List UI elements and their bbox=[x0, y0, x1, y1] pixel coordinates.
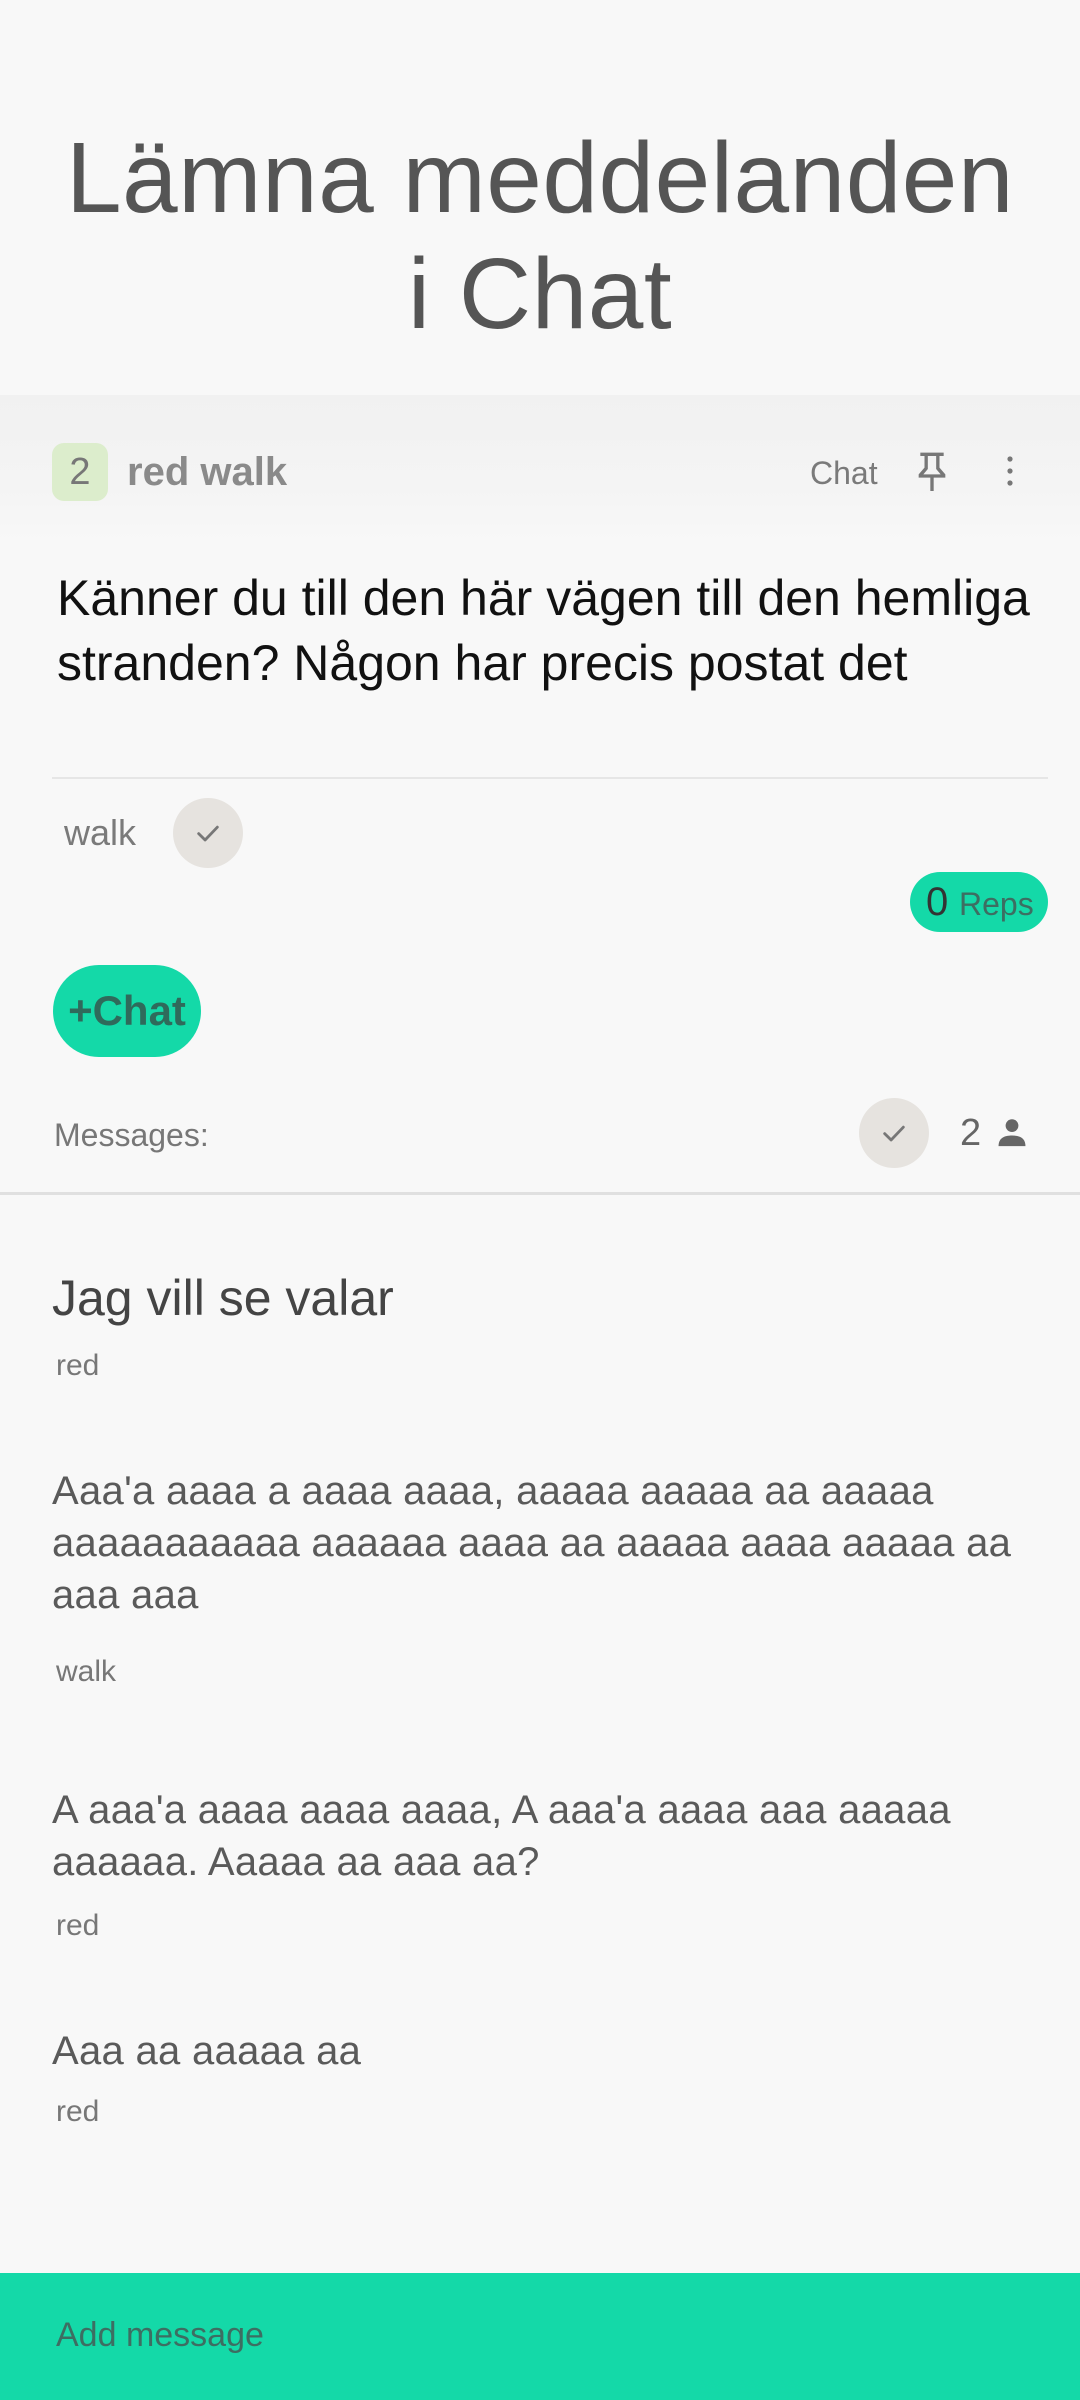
participants-count: 2 bbox=[960, 1112, 982, 1154]
pin-icon[interactable] bbox=[912, 449, 952, 493]
message-text: A aaa'a aaaa aaaa aaaa, A aaa'a aaaa aaa… bbox=[52, 1788, 951, 1884]
divider bbox=[52, 777, 1048, 779]
messages-label: Messages: bbox=[54, 1117, 209, 1153]
reps-label: Reps bbox=[959, 886, 1034, 922]
more-vertical-icon[interactable] bbox=[1000, 451, 1020, 491]
onboarding-title-line-2: i Chat bbox=[407, 238, 673, 350]
message-author: red bbox=[56, 1909, 100, 1942]
message-author: red bbox=[56, 1349, 100, 1382]
onboarding-title-line-1: Lämna meddelanden bbox=[65, 122, 1015, 234]
check-icon bbox=[197, 825, 219, 842]
reps-badge[interactable]: 0 Reps bbox=[910, 872, 1048, 932]
message-author: walk bbox=[56, 1655, 117, 1688]
person-icon bbox=[995, 1115, 1029, 1149]
post-title: Känner du till den här vägen till den he… bbox=[57, 570, 1030, 691]
reps-count: 0 bbox=[926, 880, 949, 924]
message-author: red bbox=[56, 2095, 100, 2128]
add-message-input[interactable] bbox=[56, 2313, 956, 2357]
message-composer bbox=[0, 2273, 1080, 2400]
message-text: Aaa'a aaaa a aaaa aaaa, aaaaa aaaaa aa a… bbox=[52, 1469, 1012, 1617]
group-header: 2 red walk Chat bbox=[52, 443, 1048, 503]
check-icon bbox=[883, 1125, 905, 1142]
onboarding-title: Lämna meddelanden i Chat bbox=[0, 120, 1080, 352]
message-text: Aaa aa aaaaa aa bbox=[52, 2029, 362, 2073]
unread-count-badge: 2 bbox=[52, 443, 108, 501]
messages-divider bbox=[0, 1192, 1080, 1195]
group-name[interactable]: red walk bbox=[127, 447, 287, 497]
messages-check-button[interactable] bbox=[859, 1098, 929, 1168]
message-text: Jag vill se valar bbox=[52, 1270, 394, 1326]
chat-tab-label[interactable]: Chat bbox=[810, 453, 878, 493]
add-chat-button[interactable]: +Chat bbox=[53, 965, 201, 1057]
post-tag: walk bbox=[64, 812, 137, 853]
tag-check-button[interactable] bbox=[173, 798, 243, 868]
